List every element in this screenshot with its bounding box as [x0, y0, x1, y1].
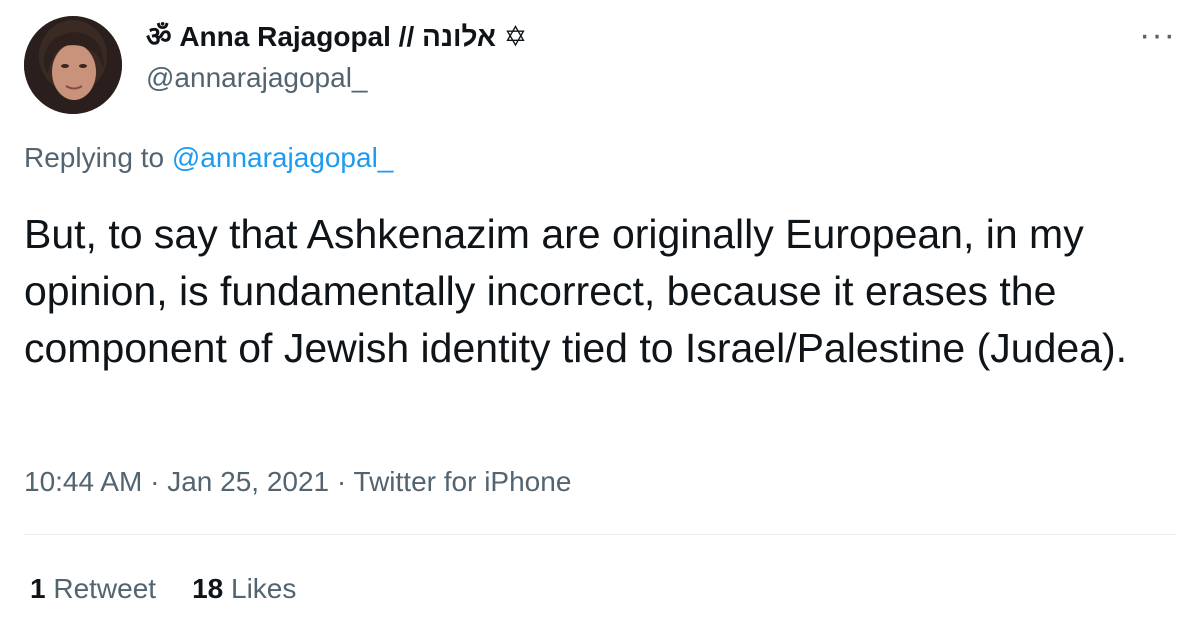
meta-separator: · — [142, 466, 168, 497]
tweet-header: ॐ Anna Rajagopal // אלונה ✡ @annarajagop… — [24, 10, 1176, 114]
retweets-label: Retweet — [45, 573, 157, 604]
retweets-stat[interactable]: 1 Retweet — [30, 573, 156, 604]
tweet-stats: 1 Retweet 18 Likes — [30, 571, 296, 607]
likes-count: 18 — [192, 573, 224, 604]
more-horizontal-icon[interactable]: ··· — [1139, 18, 1176, 52]
author-names: ॐ Anna Rajagopal // אלונה ✡ @annarajagop… — [146, 18, 527, 96]
display-name[interactable]: ॐ Anna Rajagopal // אלונה ✡ — [146, 18, 527, 56]
tweet-source[interactable]: Twitter for iPhone — [354, 466, 572, 497]
likes-stat[interactable]: 18 Likes — [192, 573, 296, 604]
divider — [24, 534, 1176, 535]
tweet-date[interactable]: Jan 25, 2021 — [167, 466, 329, 497]
retweets-count: 1 — [30, 573, 46, 604]
replying-to: Replying to @annarajagopal_ — [24, 140, 393, 176]
profile-photo-icon — [24, 16, 122, 114]
replying-prefix: Replying to — [24, 142, 172, 173]
likes-label: Likes — [223, 573, 297, 604]
tweet-text: But, to say that Ashkenazim are original… — [24, 211, 1128, 371]
tweet-time[interactable]: 10:44 AM — [24, 466, 142, 497]
reply-handle-link[interactable]: @annarajagopal_ — [172, 142, 393, 173]
avatar[interactable] — [24, 16, 122, 114]
author-handle[interactable]: @annarajagopal_ — [146, 60, 527, 96]
meta-separator: · — [329, 466, 354, 497]
tweet-meta: 10:44 AM · Jan 25, 2021 · Twitter for iP… — [24, 464, 571, 500]
